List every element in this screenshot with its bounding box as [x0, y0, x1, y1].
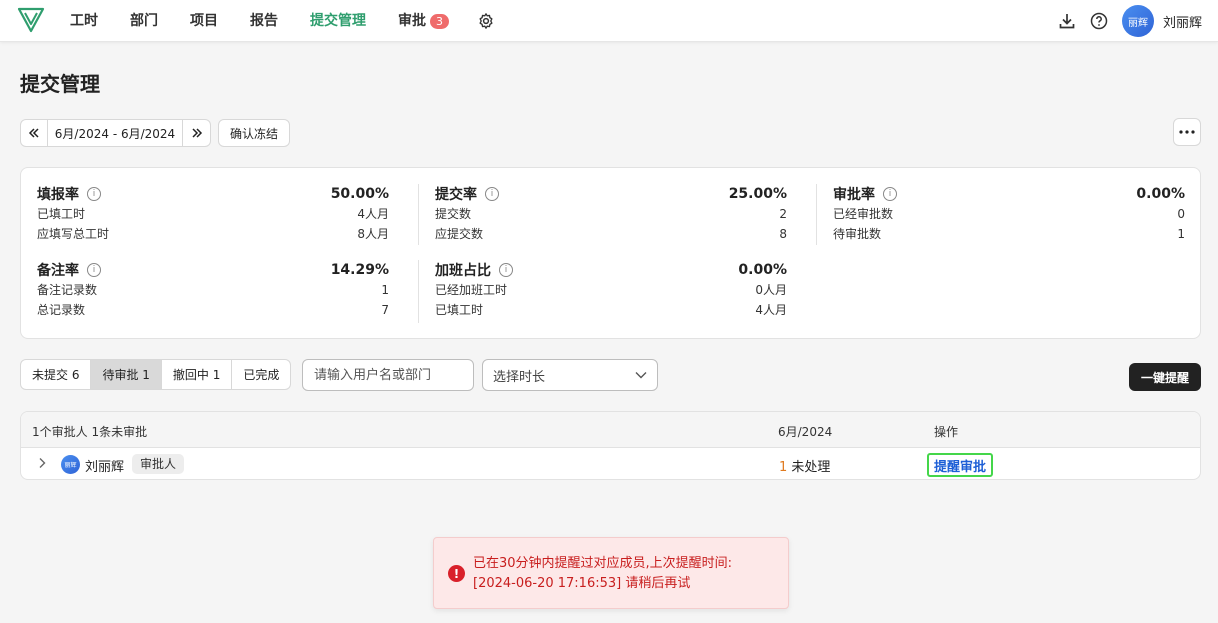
stat-percent: 0.00% — [738, 262, 787, 278]
download-icon[interactable] — [1058, 12, 1076, 30]
table-summary: 1个审批人 1条未审批 — [32, 425, 148, 439]
stat-row-value: 7 — [381, 303, 389, 317]
approval-count-badge: 3 — [430, 13, 449, 29]
status-tabs: 未提交 6 待审批 1 撤回中 1 已完成 — [20, 359, 292, 390]
prev-period-button[interactable] — [20, 119, 48, 147]
confirm-freeze-button[interactable]: 确认冻结 — [218, 119, 290, 147]
stat-row-value: 0人月 — [755, 283, 787, 297]
nav-item-project[interactable]: 项目 — [190, 0, 218, 42]
nav-item-approval[interactable]: 审批 3 — [398, 0, 449, 42]
approver-name: 刘丽辉 — [85, 460, 125, 475]
stat-row-label: 已经审批数 — [833, 207, 894, 221]
stat-row-label: 提交数 — [435, 207, 472, 221]
gear-icon[interactable] — [477, 12, 495, 30]
tab-completed[interactable]: 已完成 — [232, 360, 290, 389]
tab-withdrawing[interactable]: 撤回中 1 — [162, 360, 233, 389]
stat-row-value: 1 — [1177, 227, 1185, 241]
toast-line-2: [2024-06-20 17:16:53] 请稍后再试 — [473, 576, 691, 591]
column-header-action: 操作 — [934, 425, 959, 439]
info-icon[interactable]: i — [87, 263, 101, 277]
info-icon[interactable]: i — [883, 187, 897, 201]
stat-row-value: 8 — [779, 227, 787, 241]
table-row: 丽辉 刘丽辉 审批人 1 未处理 提醒审批 — [21, 448, 1200, 479]
stat-row-label: 已填工时 — [37, 207, 86, 221]
row-avatar: 丽辉 — [61, 455, 80, 474]
stat-approval-rate: 审批率 i 0.00% 已经审批数 0 待审批数 1 — [833, 184, 1185, 244]
error-toast: ! 已在30分钟内提醒过对应成员,上次提醒时间: [2024-06-20 17:… — [433, 537, 789, 609]
stat-overtime-ratio: 加班占比 i 0.00% 已经加班工时 0人月 已填工时 4人月 — [435, 260, 787, 320]
stat-percent: 0.00% — [1136, 186, 1185, 202]
stat-name: 备注率 — [37, 263, 79, 279]
nav-item-department[interactable]: 部门 — [130, 0, 158, 42]
stat-name: 加班占比 — [435, 263, 491, 279]
divider — [418, 184, 419, 245]
stat-percent: 25.00% — [728, 186, 787, 202]
double-chevron-left-icon — [28, 128, 39, 138]
stat-row-label: 应提交数 — [435, 227, 484, 241]
approver-table: 1个审批人 1条未审批 6月/2024 操作 丽辉 刘丽辉 审批人 1 未处理 … — [20, 411, 1201, 480]
pending-label: 未处理 — [791, 460, 831, 475]
duration-select[interactable]: 选择时长 — [482, 359, 658, 391]
stat-row-label: 已填工时 — [435, 303, 484, 317]
more-dots-icon — [1179, 130, 1195, 134]
user-avatar[interactable]: 丽辉 — [1121, 5, 1154, 37]
stat-row-label: 总记录数 — [37, 303, 86, 317]
info-icon[interactable]: i — [499, 263, 513, 277]
nav-item-report[interactable]: 报告 — [250, 0, 278, 42]
main-nav: 工时 部门 项目 报告 提交管理 审批 3 — [70, 0, 495, 42]
top-right-tools: 丽辉 刘丽辉 — [1058, 0, 1202, 42]
search-input[interactable] — [302, 359, 474, 391]
stat-percent: 14.29% — [330, 262, 389, 278]
remind-approval-link[interactable]: 提醒审批 — [927, 453, 994, 477]
error-icon: ! — [448, 565, 465, 582]
divider — [816, 184, 817, 245]
date-range-navigator: 6月/2024 - 6月/2024 — [20, 119, 211, 147]
stats-card: 填报率 i 50.00% 已填工时 4人月 应填写总工时 8人月 提交率 i 25.00% … — [20, 167, 1201, 339]
stat-row-value: 1 — [381, 283, 389, 297]
duration-select-placeholder: 选择时长 — [493, 369, 546, 385]
pending-status: 1 未处理 — [779, 456, 830, 475]
info-icon[interactable]: i — [87, 187, 101, 201]
nav-item-submission-management[interactable]: 提交管理 — [310, 0, 366, 42]
stat-row-label: 应填写总工时 — [37, 227, 110, 241]
info-icon[interactable]: i — [485, 187, 499, 201]
stat-row-value: 2 — [779, 207, 787, 221]
stat-fill-rate: 填报率 i 50.00% 已填工时 4人月 应填写总工时 8人月 — [37, 184, 389, 244]
expand-chevron-icon[interactable] — [37, 457, 47, 469]
stat-row-label: 已经加班工时 — [435, 283, 508, 297]
table-header: 1个审批人 1条未审批 6月/2024 操作 — [21, 412, 1200, 448]
chevron-down-icon — [635, 372, 647, 379]
user-name[interactable]: 刘丽辉 — [1163, 12, 1202, 31]
role-tag: 审批人 — [132, 454, 185, 474]
stat-row-value: 0 — [1177, 207, 1185, 221]
stat-percent: 50.00% — [330, 186, 389, 202]
pending-count: 1 — [779, 460, 788, 475]
stat-name: 填报率 — [37, 187, 79, 203]
nav-item-worktime[interactable]: 工时 — [70, 0, 98, 42]
stat-remark-rate: 备注率 i 14.29% 备注记录数 1 总记录数 7 — [37, 260, 389, 320]
stat-row-label: 待审批数 — [833, 227, 882, 241]
top-nav-bar: 工时 部门 项目 报告 提交管理 审批 3 丽辉 刘丽辉 — [0, 0, 1218, 42]
divider — [418, 260, 419, 323]
date-range-label[interactable]: 6月/2024 - 6月/2024 — [48, 119, 183, 147]
toast-line-1: 已在30分钟内提醒过对应成员,上次提醒时间: — [473, 556, 733, 571]
stat-row-value: 4人月 — [755, 303, 787, 317]
tab-pending-approval[interactable]: 待审批 1 — [91, 360, 162, 389]
next-period-button[interactable] — [183, 119, 211, 147]
double-chevron-right-icon — [191, 128, 202, 138]
more-options-button[interactable] — [1173, 118, 1201, 146]
tab-not-submitted[interactable]: 未提交 6 — [21, 360, 92, 389]
stat-row-label: 备注记录数 — [37, 283, 98, 297]
remind-all-button[interactable]: 一键提醒 — [1129, 363, 1201, 391]
stat-submit-rate: 提交率 i 25.00% 提交数 2 应提交数 8 — [435, 184, 787, 244]
stat-name: 审批率 — [833, 187, 875, 203]
stat-row-value: 8人月 — [357, 227, 389, 241]
column-header-period: 6月/2024 — [778, 425, 833, 439]
logo-icon[interactable] — [17, 7, 45, 33]
stat-row-value: 4人月 — [357, 207, 389, 221]
help-icon[interactable] — [1090, 12, 1108, 30]
page-title: 提交管理 — [20, 72, 100, 96]
stat-name: 提交率 — [435, 187, 477, 203]
toast-message: 已在30分钟内提醒过对应成员,上次提醒时间: [2024-06-20 17:16… — [473, 554, 773, 594]
